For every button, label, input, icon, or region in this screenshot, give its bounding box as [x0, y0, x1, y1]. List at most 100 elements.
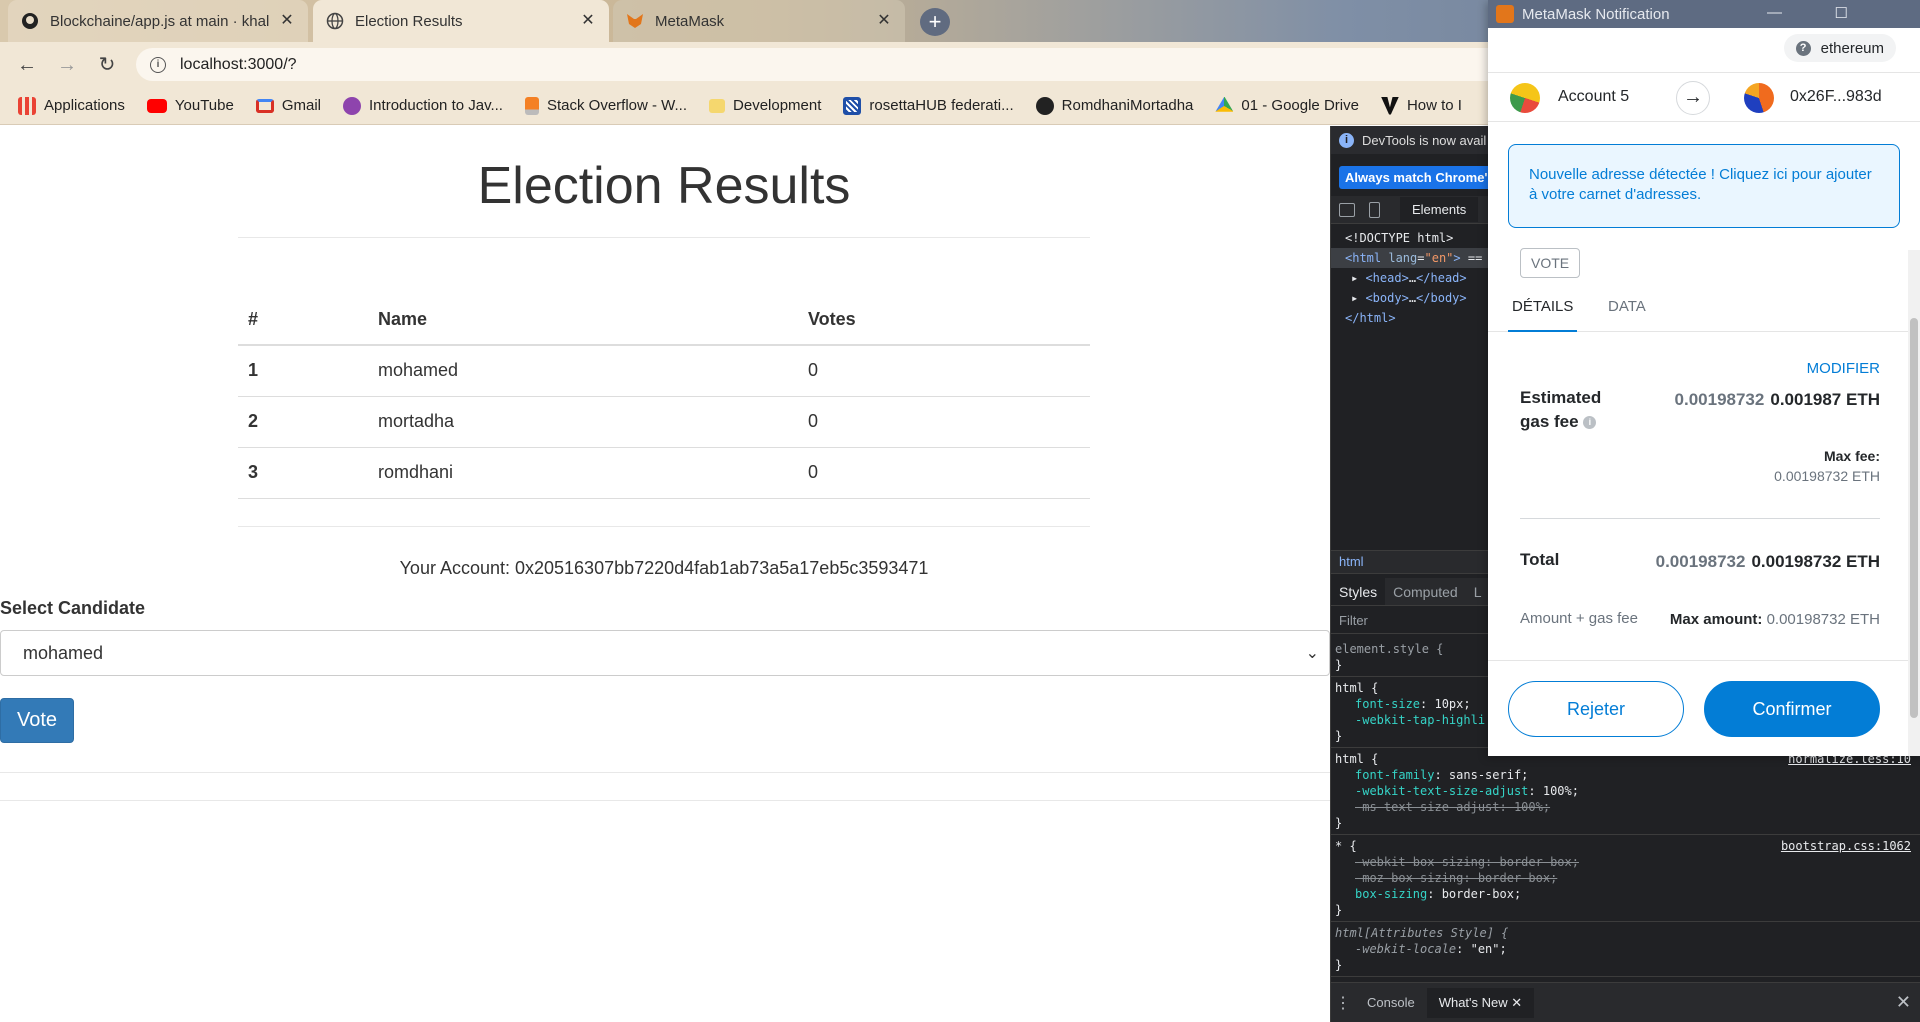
candidate-name: romdhani [368, 447, 798, 499]
divider [1520, 518, 1880, 519]
close-tab-icon[interactable]: ✕ [579, 12, 597, 30]
apps-grid-icon [18, 96, 36, 115]
candidate-votes: 0 [798, 345, 1090, 397]
tab-styles[interactable]: Styles [1331, 578, 1386, 605]
tab-computed[interactable]: Computed [1385, 578, 1466, 605]
css-source-link[interactable]: bootstrap.css:1062 [1781, 838, 1911, 854]
gmail-icon [255, 98, 274, 113]
metamask-titlebar: MetaMask Notification — ☐ [1488, 0, 1920, 28]
bookmark-label: Applications [44, 97, 125, 114]
tab-layout[interactable]: L [1466, 578, 1490, 605]
bookmark-label: Development [733, 97, 822, 114]
total-label: Total [1520, 550, 1560, 569]
from-account[interactable]: Account 5 [1558, 88, 1629, 106]
new-tab-button[interactable]: + [920, 8, 950, 36]
arrow-right-icon: → [1676, 81, 1710, 115]
column-header-number: # [238, 294, 368, 346]
selected-candidate: mohamed [23, 642, 104, 663]
tab-console[interactable]: Console [1355, 995, 1427, 1010]
candidate-name: mortadha [368, 396, 798, 448]
banner-text: DevTools is now avail [1362, 132, 1487, 148]
address-bar[interactable]: i localhost:3000/? [136, 48, 1516, 81]
scrollbar-thumb[interactable] [1910, 318, 1918, 718]
bookmark-rosettahub[interactable]: rosettaHUB federati... [843, 96, 1014, 115]
github-icon [20, 11, 40, 31]
candidate-id: 3 [238, 447, 368, 499]
maximize-icon[interactable]: ☐ [1835, 4, 1848, 22]
bookmark-intro-javascript[interactable]: Introduction to Jav... [343, 96, 503, 115]
more-options-icon[interactable]: ⋮ [1331, 993, 1355, 1013]
candidate-votes: 0 [798, 396, 1090, 448]
account-avatar [1510, 83, 1540, 113]
column-header-name: Name [368, 294, 798, 346]
scrollbar[interactable] [1908, 250, 1920, 756]
divider [0, 772, 1330, 773]
transaction-tabs: DÉTAILS DATA [1488, 290, 1908, 332]
network-selector[interactable]: ? ethereum [1783, 34, 1896, 62]
back-arrow-icon[interactable]: ← [14, 52, 40, 78]
course-icon [343, 96, 362, 115]
bookmark-label: YouTube [174, 97, 234, 114]
bookmark-development[interactable]: Development [709, 97, 821, 114]
inspect-element-icon[interactable] [1339, 202, 1355, 217]
bookmark-romdhanimortadha[interactable]: RomdhaniMortadha [1035, 96, 1193, 115]
css-rule: bootstrap.css:1062 * { -webkit-box-sizin… [1331, 835, 1920, 922]
metamask-fox-icon [625, 11, 645, 31]
divider [238, 526, 1090, 527]
new-address-notice[interactable]: Nouvelle adresse détectée ! Cliquez ici … [1508, 144, 1900, 228]
close-tab-icon[interactable]: ✕ [875, 12, 893, 30]
tab-details[interactable]: DÉTAILS [1508, 290, 1578, 332]
table-row: 2 mortadha 0 [238, 396, 1090, 448]
table-row: 1 mohamed 0 [238, 345, 1090, 397]
bookmark-stack-overflow[interactable]: Stack Overflow - W... [524, 96, 688, 115]
globe-icon [325, 11, 345, 31]
close-drawer-icon[interactable]: ✕ [1896, 992, 1911, 1013]
amount-plus-gas-label: Amount + gas fee [1520, 610, 1638, 627]
recipient-avatar [1744, 83, 1774, 113]
match-chrome-language-button[interactable]: Always match Chrome's [1339, 166, 1501, 189]
close-tab-icon[interactable]: ✕ [278, 12, 296, 30]
tab-label: Election Results [355, 12, 463, 30]
youtube-icon [146, 98, 167, 113]
bookmark-google-drive[interactable]: 01 - Google Drive [1215, 96, 1359, 115]
forward-arrow-icon[interactable]: → [54, 52, 80, 78]
help-icon: ? [1795, 40, 1811, 56]
bookmark-how-to[interactable]: How to I [1380, 96, 1462, 115]
bookmark-label: rosettaHUB federati... [869, 97, 1014, 114]
bookmark-label: Gmail [281, 97, 322, 114]
candidate-votes: 0 [798, 447, 1090, 499]
bookmark-label: Stack Overflow - W... [546, 97, 688, 114]
candidate-name: mohamed [368, 345, 798, 397]
reload-icon[interactable]: ↻ [94, 52, 120, 78]
confirm-button[interactable]: Confirmer [1704, 681, 1880, 737]
bookmark-gmail[interactable]: Gmail [255, 97, 322, 114]
modify-gas-link[interactable]: MODIFIER [1807, 360, 1880, 377]
bookmark-youtube[interactable]: YouTube [146, 97, 234, 114]
url-text: localhost:3000/? [180, 55, 297, 73]
vote-button[interactable]: Vote [0, 698, 74, 743]
metamask-fox-icon [1496, 5, 1514, 23]
max-amount: Max amount: 0.00198732 ETH [1669, 611, 1880, 628]
site-info-icon[interactable]: i [150, 56, 166, 73]
tab-whats-new[interactable]: What's New ✕ [1426, 987, 1535, 1018]
tab-label: Blockchaine/app.js at main · khal [50, 12, 270, 30]
chevron-down-icon: ⌄ [1305, 645, 1319, 662]
results-table: # Name Votes 1 mohamed 0 2 mortadha 0 3 … [238, 294, 1090, 499]
bookmark-applications[interactable]: Applications [18, 96, 125, 115]
stackoverflow-icon [524, 96, 539, 115]
candidate-select[interactable]: mohamed ⌄ [0, 630, 1330, 676]
v-icon [1380, 96, 1399, 115]
bookmark-label: 01 - Google Drive [1241, 97, 1359, 114]
tab-metamask[interactable]: MetaMask ✕ [613, 0, 905, 42]
tab-github-appjs[interactable]: Blockchaine/app.js at main · khal ✕ [8, 0, 308, 42]
candidate-id: 1 [238, 345, 368, 397]
minimize-icon[interactable]: — [1767, 4, 1782, 21]
reject-button[interactable]: Rejeter [1508, 681, 1684, 737]
device-toolbar-icon[interactable] [1369, 201, 1380, 218]
to-address[interactable]: 0x26F...983d [1790, 88, 1882, 106]
tab-elements[interactable]: Elements [1400, 197, 1479, 222]
tab-election-results[interactable]: Election Results ✕ [313, 0, 609, 42]
table-row: 3 romdhani 0 [238, 447, 1090, 499]
tab-data[interactable]: DATA [1604, 290, 1650, 332]
action-footer: Rejeter Confirmer [1488, 660, 1920, 756]
